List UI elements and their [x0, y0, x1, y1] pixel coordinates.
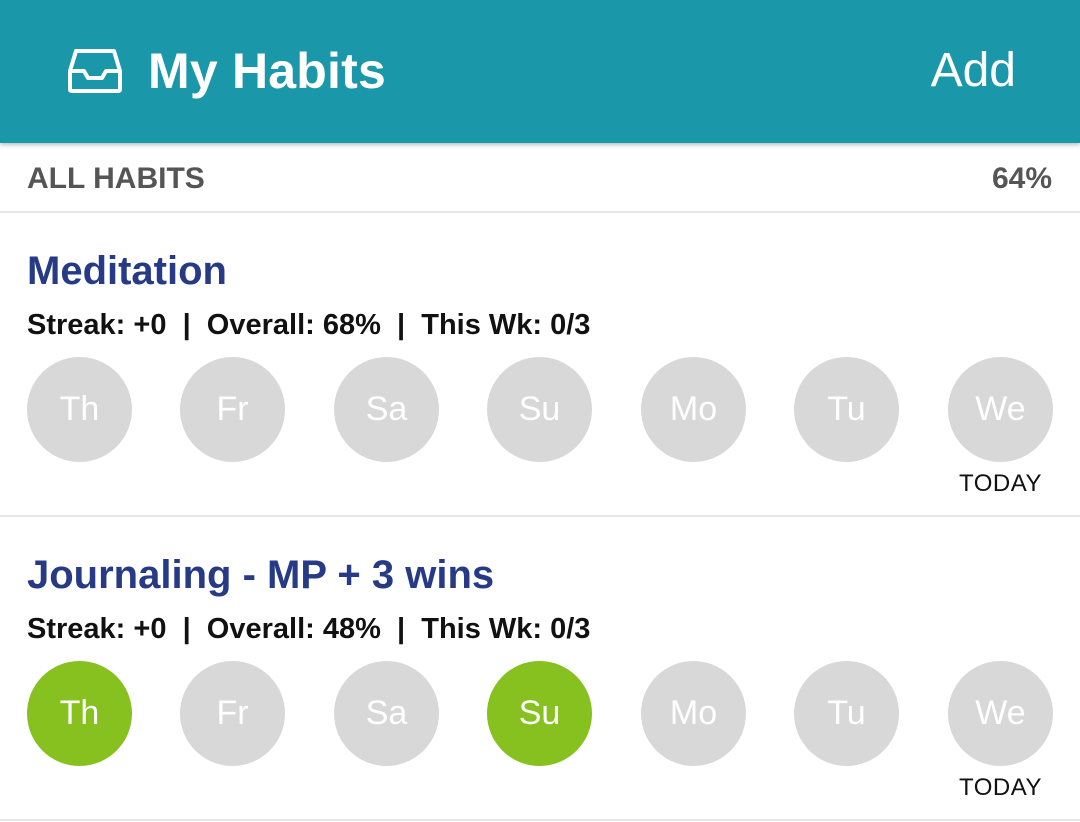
day-toggle-friday[interactable]: Fr: [180, 357, 285, 462]
day-toggle-tuesday[interactable]: Tu: [794, 661, 899, 766]
day-toggle-monday[interactable]: Mo: [641, 357, 746, 462]
day-toggle-thursday[interactable]: Th: [27, 661, 132, 766]
page-title: My Habits: [148, 43, 386, 99]
today-label: TODAY: [959, 774, 1042, 801]
day-toggle-saturday[interactable]: Sa: [334, 357, 439, 462]
all-habits-label: ALL HABITS: [27, 162, 205, 195]
day-toggle-wednesday[interactable]: We: [948, 357, 1053, 462]
day-row: Th Fr Sa Su Mo Tu We: [0, 357, 1080, 463]
habit-card-journaling[interactable]: Journaling - MP + 3 wins Streak: +0 | Ov…: [0, 517, 1080, 821]
add-habit-button[interactable]: Add: [931, 40, 1016, 102]
day-toggle-friday[interactable]: Fr: [180, 661, 285, 766]
inbox-icon[interactable]: [67, 48, 123, 94]
day-toggle-sunday[interactable]: Su: [487, 661, 592, 766]
all-habits-percentage: 64%: [991, 162, 1052, 195]
all-habits-summary[interactable]: ALL HABITS 64%: [0, 143, 1080, 213]
habit-card-meditation[interactable]: Meditation Streak: +0 | Overall: 68% | T…: [0, 213, 1080, 517]
habit-title: Journaling - MP + 3 wins: [27, 553, 495, 597]
habit-stats: Streak: +0 | Overall: 48% | This Wk: 0/3: [27, 613, 591, 645]
day-toggle-thursday[interactable]: Th: [27, 357, 132, 462]
app-bar: My Habits Add: [0, 0, 1080, 143]
day-toggle-monday[interactable]: Mo: [641, 661, 746, 766]
habit-stats: Streak: +0 | Overall: 68% | This Wk: 0/3: [27, 309, 591, 341]
day-toggle-sunday[interactable]: Su: [487, 357, 592, 462]
today-label: TODAY: [959, 470, 1042, 497]
day-toggle-saturday[interactable]: Sa: [334, 661, 439, 766]
day-toggle-tuesday[interactable]: Tu: [794, 357, 899, 462]
habit-title: Meditation: [27, 249, 227, 293]
day-row: Th Fr Sa Su Mo Tu We: [0, 661, 1080, 767]
day-toggle-wednesday[interactable]: We: [948, 661, 1053, 766]
